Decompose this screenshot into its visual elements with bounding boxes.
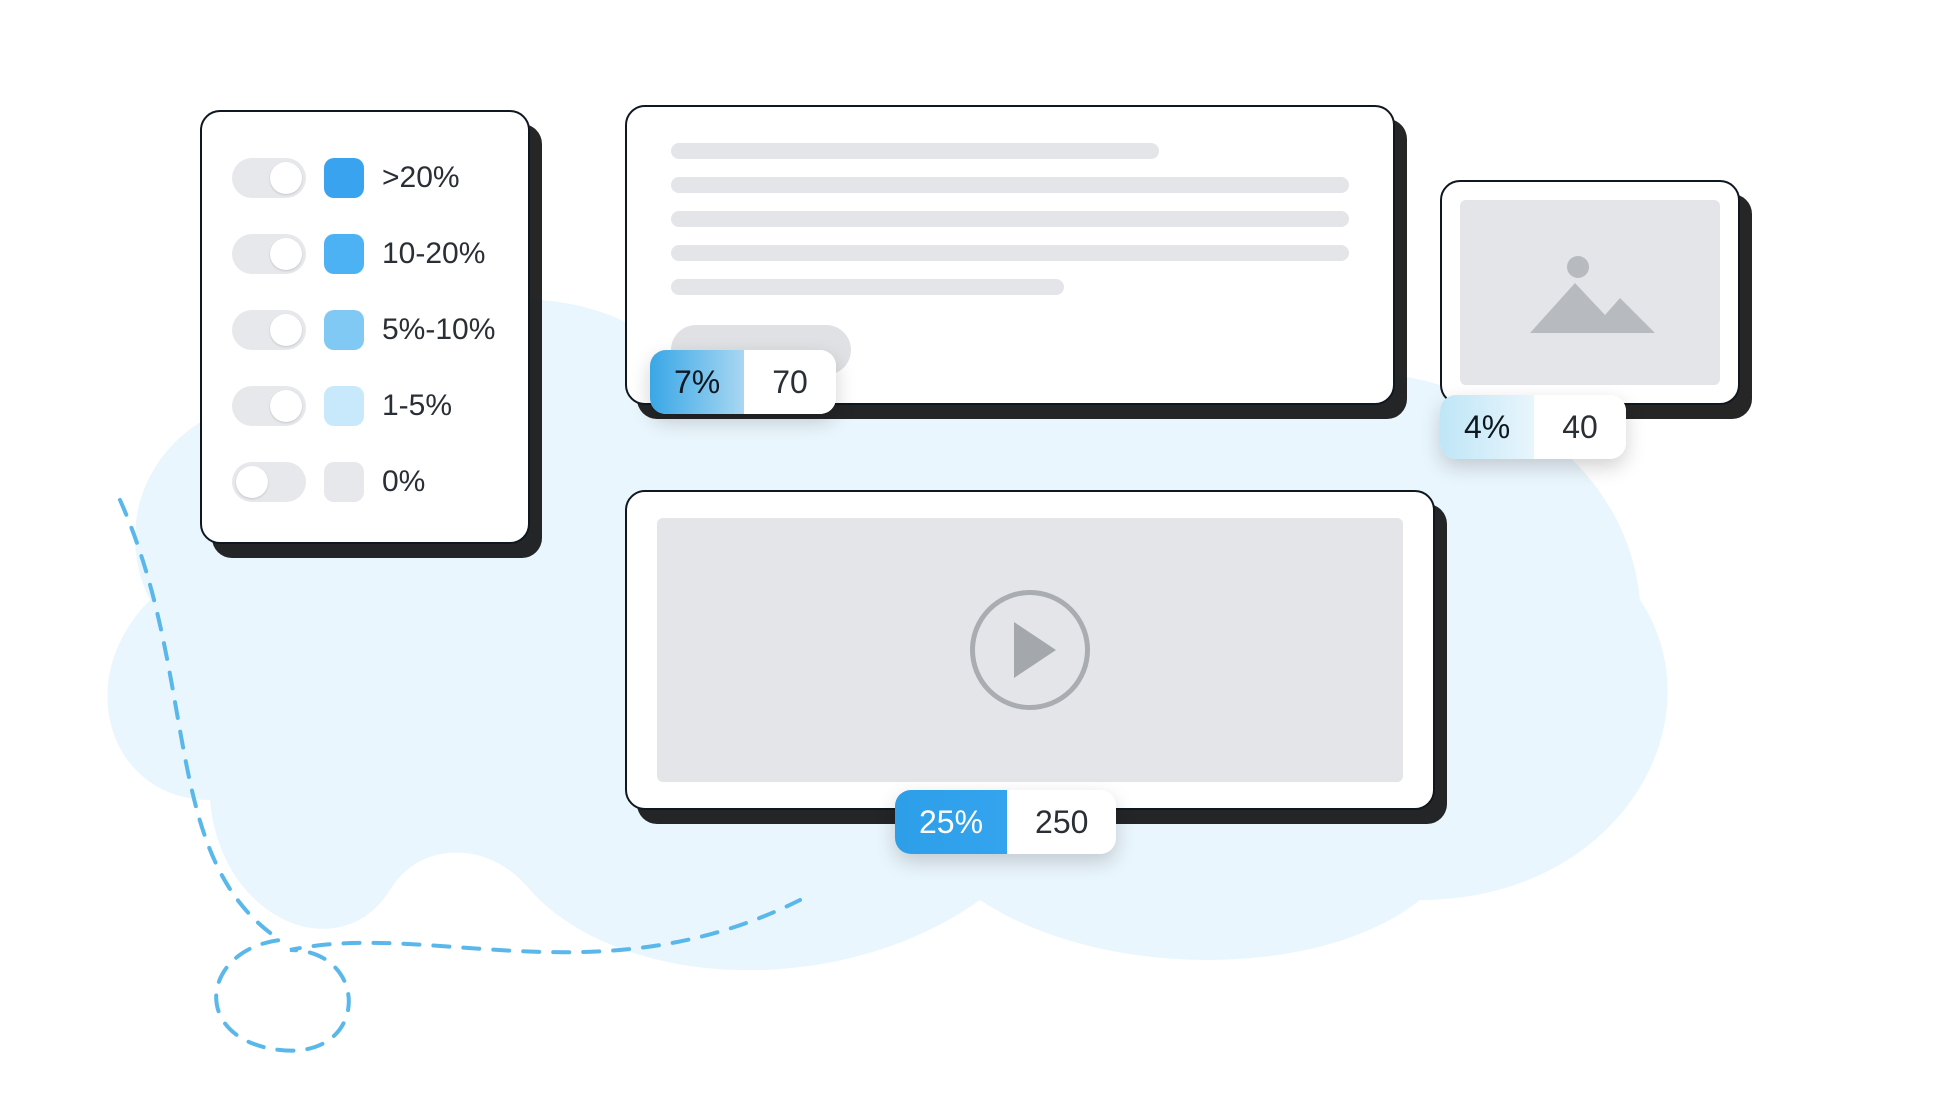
stat-count: 70 [744,350,836,414]
text-line [671,211,1349,227]
picture-icon [1520,243,1660,343]
legend-row-2: 10-20% [232,216,498,292]
legend-label-1: >20% [382,161,460,195]
swatch-10-20 [324,234,364,274]
video-block-card [625,490,1435,810]
play-icon [970,590,1090,710]
text-line [671,143,1159,159]
legend-row-1: >20% [232,140,498,216]
stat-badge-text: 7% 70 [650,350,836,414]
stat-percent: 4% [1440,395,1534,459]
video-thumbnail[interactable] [657,518,1403,782]
toggle-0[interactable] [232,462,306,502]
legend-label-4: 1-5% [382,389,452,423]
image-block-card [1440,180,1740,405]
text-line [671,245,1349,261]
stat-badge-image: 4% 40 [1440,395,1626,459]
stat-count: 40 [1534,395,1626,459]
stat-percent: 7% [650,350,744,414]
stat-percent: 25% [895,790,1007,854]
swatch-0 [324,462,364,502]
swatch-gt-20 [324,158,364,198]
toggle-5-10[interactable] [232,310,306,350]
legend-label-3: 5%-10% [382,313,495,347]
text-line [671,279,1064,295]
swatch-1-5 [324,386,364,426]
stat-count: 250 [1007,790,1116,854]
legend-row-3: 5%-10% [232,292,498,368]
legend-row-4: 1-5% [232,368,498,444]
toggle-10-20[interactable] [232,234,306,274]
stat-badge-video: 25% 250 [895,790,1116,854]
legend-label-5: 0% [382,465,425,499]
toggle-gt-20[interactable] [232,158,306,198]
swatch-5-10 [324,310,364,350]
legend-panel: >20% 10-20% 5%-10% 1-5% 0% [200,110,530,544]
toggle-1-5[interactable] [232,386,306,426]
text-line [671,177,1349,193]
legend-label-2: 10-20% [382,237,485,271]
legend-row-5: 0% [232,444,498,520]
image-placeholder [1460,200,1720,385]
